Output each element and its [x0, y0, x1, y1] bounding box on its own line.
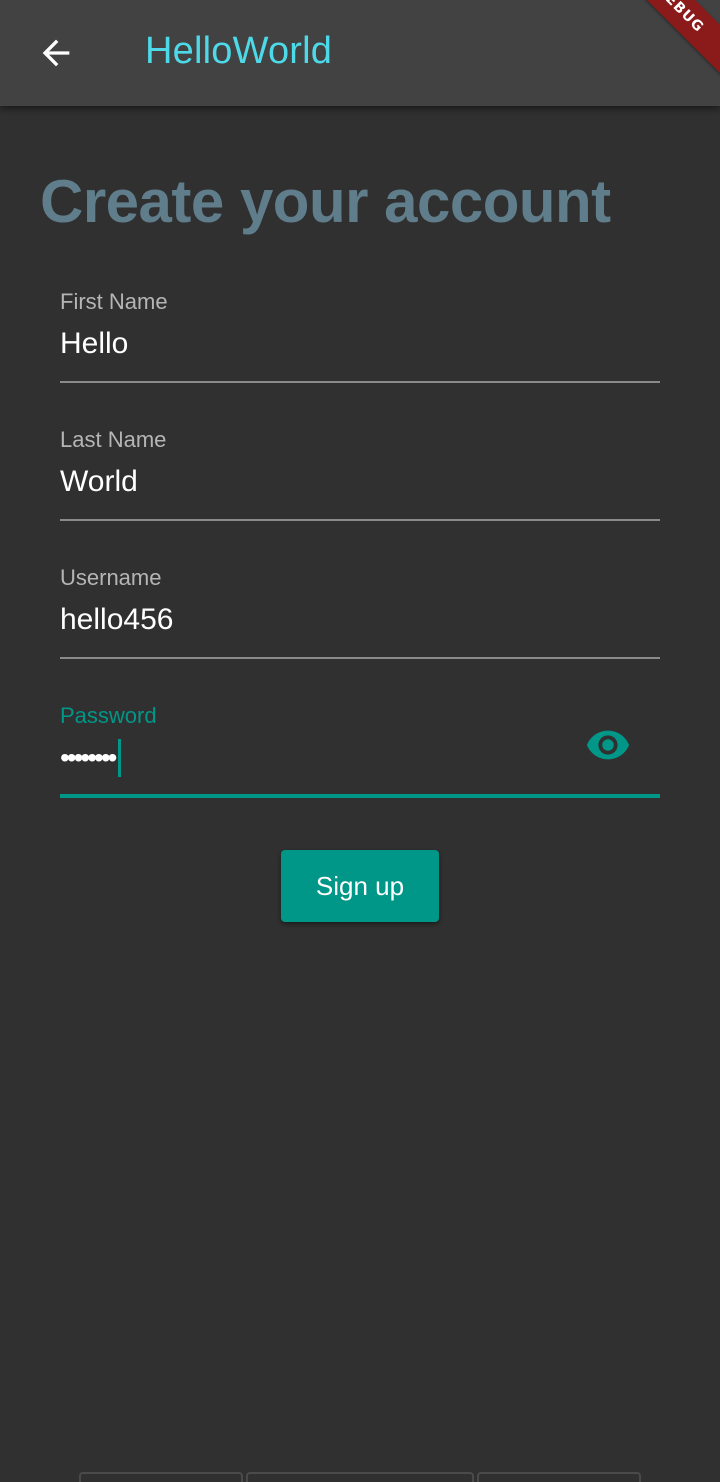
last-name-field[interactable]: Last Name	[60, 426, 660, 526]
last-name-underline	[60, 519, 660, 521]
arrow-back-icon	[42, 39, 70, 67]
username-underline	[60, 657, 660, 659]
back-button[interactable]	[24, 21, 88, 85]
nav-bar-segment-center	[246, 1472, 474, 1482]
first-name-label: First Name	[60, 289, 168, 314]
first-name-underline	[60, 381, 660, 383]
last-name-label: Last Name	[60, 427, 167, 452]
username-input[interactable]	[60, 600, 580, 640]
username-field[interactable]: Username	[60, 564, 660, 664]
app-title: HelloWorld	[145, 30, 333, 72]
page-heading: Create your account	[40, 168, 611, 235]
app-bar: HelloWorld DEBUG	[0, 0, 720, 106]
password-underline	[60, 794, 660, 798]
password-masked-value: ••••••••	[60, 742, 117, 773]
first-name-field[interactable]: First Name	[60, 288, 660, 388]
password-field[interactable]: Password ••••••••	[60, 702, 660, 802]
nav-bar-segment-right	[477, 1472, 641, 1482]
nav-bar-segment-left	[79, 1472, 243, 1482]
toggle-password-visibility-button[interactable]	[576, 720, 640, 770]
eye-icon	[586, 730, 630, 760]
last-name-input[interactable]	[60, 462, 580, 502]
first-name-input[interactable]	[60, 324, 580, 364]
debug-banner: DEBUG	[597, 0, 720, 92]
text-cursor	[118, 739, 122, 777]
sign-up-button[interactable]: Sign up	[281, 850, 439, 922]
password-input[interactable]: ••••••••	[60, 738, 122, 778]
password-label: Password	[60, 703, 157, 728]
username-label: Username	[60, 565, 162, 590]
